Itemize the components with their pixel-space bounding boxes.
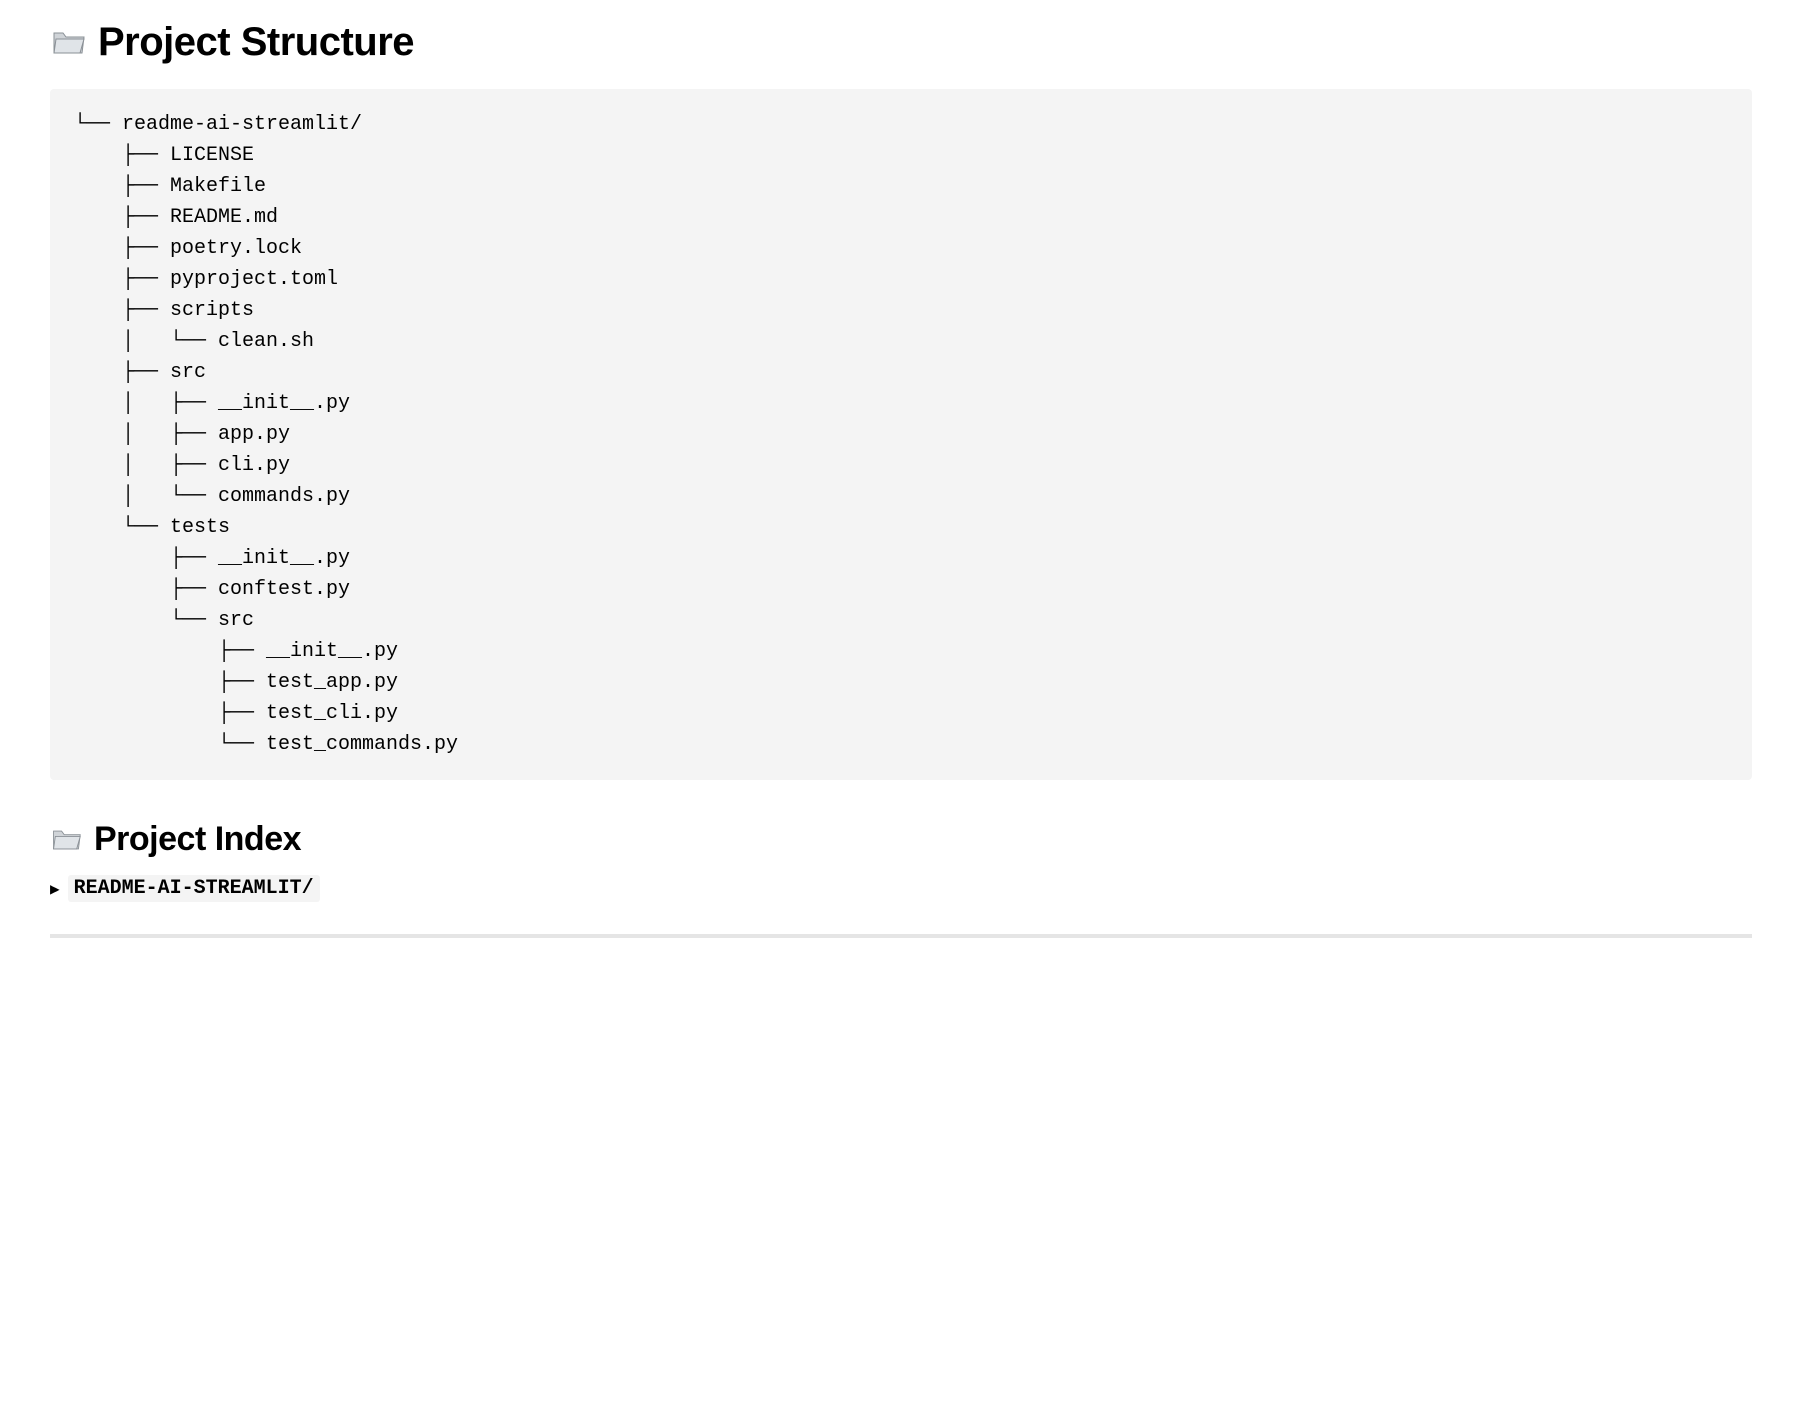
details-summary-toggle[interactable]: ▶ README-AI-STREAMLIT/ — [50, 875, 1752, 902]
folder-open-icon — [50, 25, 86, 61]
project-structure-title: Project Structure — [98, 20, 414, 65]
horizontal-divider — [50, 934, 1752, 938]
folder-open-icon — [50, 824, 82, 856]
details-summary-label: README-AI-STREAMLIT/ — [68, 875, 320, 902]
project-structure-header: Project Structure — [50, 20, 1752, 65]
project-index-title: Project Index — [94, 820, 301, 859]
project-index-header: Project Index — [50, 820, 1752, 859]
project-tree-block: └── readme-ai-streamlit/ ├── LICENSE ├──… — [50, 89, 1752, 780]
triangle-right-icon: ▶ — [50, 879, 60, 899]
